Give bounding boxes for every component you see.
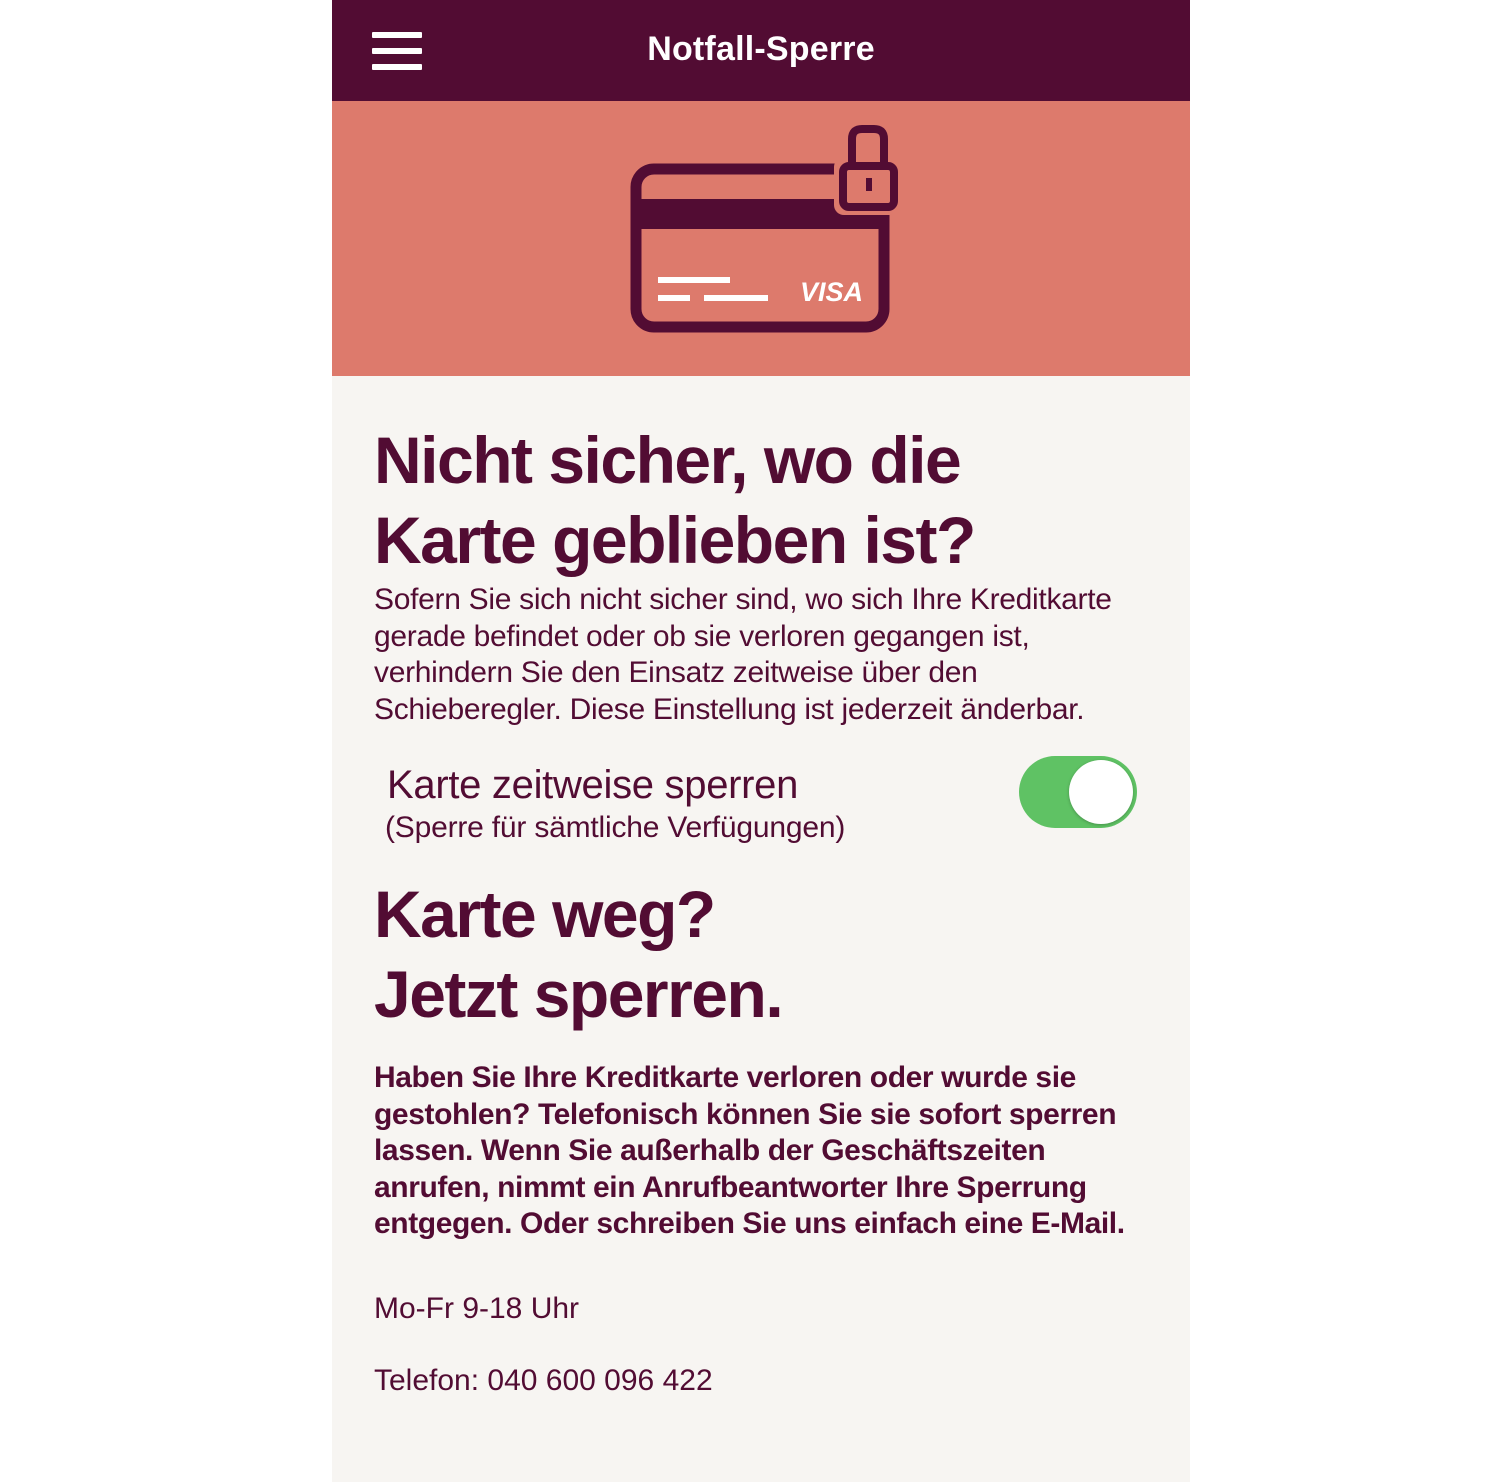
temporary-lock-toggle[interactable] (1019, 756, 1137, 828)
temporary-lock-label: Karte zeitweise sperren (387, 763, 799, 807)
phone-number-link[interactable]: Telefon: 040 600 096 422 (374, 1363, 1154, 1399)
locked-credit-card-icon: VISA (630, 125, 902, 333)
temporary-lock-setting: Karte zeitweise sperren (Sperre für sämt… (374, 756, 1154, 862)
business-hours: Mo-Fr 9-18 Uhr (374, 1291, 580, 1325)
temporary-lock-heading: Nicht sicher, wo die Karte geblieben ist… (374, 423, 976, 577)
page-title: Notfall-Sperre (647, 30, 875, 68)
main-content: Nicht sicher, wo die Karte geblieben ist… (374, 420, 1154, 1399)
hero-banner: VISA (332, 101, 1190, 376)
toggle-knob (1069, 760, 1133, 824)
temporary-lock-description: Sofern Sie sich nicht sicher sind, wo si… (374, 583, 1112, 726)
visa-logo-text: VISA (800, 277, 863, 307)
app-screen: Notfall-Sperre VISA Nicht sicher, wo die… (332, 0, 1190, 1482)
temporary-lock-sublabel: (Sperre für sämtliche Verfügungen) (385, 811, 846, 844)
top-bar: Notfall-Sperre (332, 0, 1190, 101)
lost-card-description: Haben Sie Ihre Kreditkarte verloren oder… (374, 1061, 1125, 1240)
lost-card-heading: Karte weg? Jetzt sperren. (374, 877, 784, 1031)
